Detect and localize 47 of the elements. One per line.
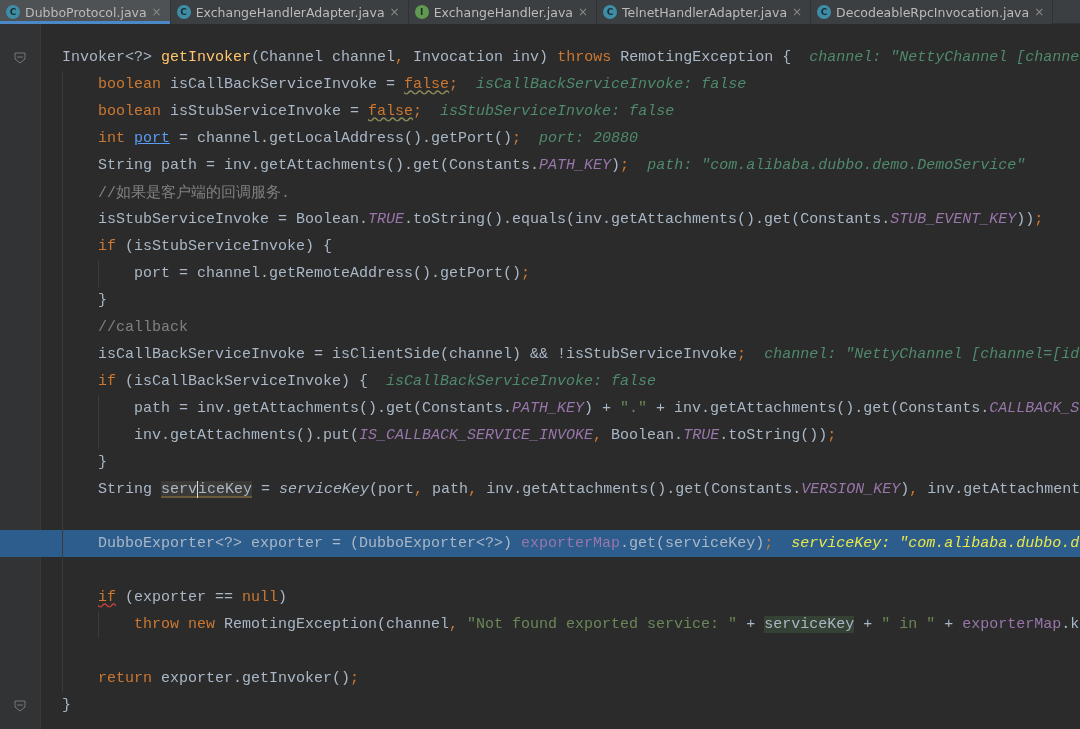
inline-hint: path: "com.alibaba.dubbo.demo.DemoService" [647, 157, 1026, 174]
code-line: } [98, 292, 107, 309]
code-line: port = channel.getRemoteAddress().getPort(); [134, 265, 531, 282]
inline-hint: isCallBackServiceInvoke: false [386, 373, 657, 390]
code-line: DubboExporter<?> exporter = (DubboExporter<?>) exporterMap.get(serviceKey); [98, 535, 774, 552]
file-type-icon: C [817, 5, 832, 19]
code-line: String path = inv.getAttachments().get(Constants.PATH_KEY); [98, 157, 630, 174]
inline-hint: port: 20880 [539, 130, 639, 147]
code-line: } [98, 454, 107, 471]
code-line: inv.getAttachments().put(IS_CALLBACK_SERVICE_INVOKE, Boolean.TRUE.toString()); [134, 427, 837, 444]
file-type-icon: C [6, 5, 20, 19]
code-line: String serviceKey = serviceKey(port, path, inv.getAttachments().get(Constants.VERSION_KEY), inv.getAttachment [98, 481, 1080, 498]
inline-hint: isCallBackServiceInvoke: false [476, 76, 747, 93]
fold-icon[interactable] [14, 51, 26, 64]
code-line: isCallBackServiceInvoke = isClientSide(channel) && !isStubServiceInvoke; [98, 346, 747, 363]
code-line: if (isStubServiceInvoke) { [98, 238, 333, 255]
code-line: int port = channel.getLocalAddress().getPort(); [98, 130, 522, 147]
file-tab[interactable]: C ExchangeHandlerAdapter.java × [170, 0, 409, 24]
code-line: Invoker<?> getInvoker(Channel channel, Invocation inv) throws RemotingException { [62, 49, 792, 66]
code-line: } [62, 697, 71, 714]
file-type-icon: I [414, 5, 429, 19]
close-icon[interactable]: × [792, 5, 803, 19]
code-line: throw new RemotingException(channel, "Not found exported service: " + serviceKey + " in " + exporterMap.k [134, 616, 1080, 633]
code-line: if (exporter == null) [98, 589, 288, 606]
code-line: isStubServiceInvoke = Boolean.TRUE.toString().equals(inv.getAttachments().get(Constants.STUB_EVENT_KEY)); [98, 211, 1044, 228]
inline-hint: channel: "NettyChannel [channel=[id [764, 346, 1080, 363]
code-line: if (isCallBackServiceInvoke) { [98, 373, 369, 390]
code-line: path = inv.getAttachments().get(Constants.PATH_KEY) + "." + inv.getAttachments().get(Constants.CALLBACK_S [134, 400, 1080, 417]
file-type-icon: C [176, 5, 191, 19]
inline-hint: channel: "NettyChannel [channe [809, 49, 1080, 66]
close-icon[interactable]: × [1034, 5, 1045, 19]
close-icon[interactable]: × [389, 5, 400, 19]
code-line: //如果是客户端的回调服务. [98, 183, 290, 202]
inline-hint: isStubServiceInvoke: false [440, 103, 675, 120]
close-icon[interactable]: × [151, 5, 162, 19]
file-tab[interactable]: C DubboProtocol.java × [0, 0, 171, 24]
code-line: //callback [98, 319, 188, 336]
close-icon[interactable]: × [577, 5, 589, 19]
file-type-icon: C [603, 5, 618, 19]
file-tab[interactable]: C TelnetHandlerAdapter.java × [597, 0, 812, 24]
code-line: boolean isStubServiceInvoke = false; [98, 103, 423, 120]
code-line: boolean isCallBackServiceInvoke = false; [98, 76, 459, 93]
fold-icon[interactable] [14, 699, 26, 712]
code-line: return exporter.getInvoker(); [98, 670, 360, 687]
inline-hint: serviceKey: "com.alibaba.dubbo.d [791, 535, 1080, 552]
file-tab[interactable]: C DecodeableRpcInvocation.java × [811, 0, 1054, 24]
file-tab[interactable]: I ExchangeHandler.java × [408, 0, 598, 24]
